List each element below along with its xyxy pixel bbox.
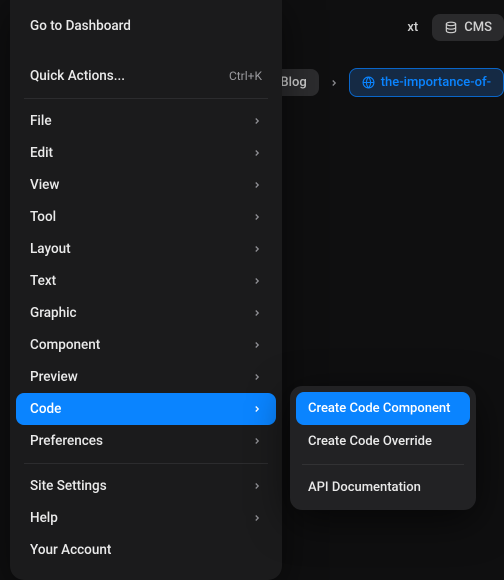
chevron-right-icon <box>252 180 262 190</box>
submenu-api-docs[interactable]: API Documentation <box>296 471 470 504</box>
menu-file[interactable]: File <box>16 105 276 137</box>
code-submenu: Create Code Component Create Code Overri… <box>290 386 476 510</box>
menu-site-settings[interactable]: Site Settings <box>16 470 276 502</box>
breadcrumb-slug-label: the-importance-of- <box>381 75 491 90</box>
menu-tool[interactable]: Tool <box>16 201 276 233</box>
menu-edit-label: Edit <box>30 145 53 161</box>
menu-account-label: Your Account <box>30 542 111 558</box>
chevron-right-icon <box>252 212 262 222</box>
chevron-right-icon <box>252 148 262 158</box>
chevron-right-icon <box>252 372 262 382</box>
menu-graphic-label: Graphic <box>30 305 77 321</box>
text-tool-fragment: xt <box>407 20 418 35</box>
globe-icon <box>362 76 375 89</box>
menu-view-label: View <box>30 177 59 193</box>
menu-account[interactable]: Your Account <box>16 534 276 566</box>
database-icon <box>444 21 458 35</box>
menu-quick-actions-label: Quick Actions... <box>30 68 125 84</box>
menu-preferences[interactable]: Preferences <box>16 425 276 457</box>
menu-code-label: Code <box>30 401 61 417</box>
menu-help-label: Help <box>30 510 58 526</box>
menu-help[interactable]: Help <box>16 502 276 534</box>
menu-quick-actions[interactable]: Quick Actions... Ctrl+K <box>16 60 276 92</box>
menu-site-settings-label: Site Settings <box>30 478 107 494</box>
menu-quick-actions-shortcut: Ctrl+K <box>229 69 262 83</box>
chevron-right-icon <box>252 513 262 523</box>
menu-separator <box>24 463 268 464</box>
menu-file-label: File <box>30 113 52 129</box>
cms-button[interactable]: CMS <box>432 14 504 41</box>
chevron-right-icon <box>329 78 339 88</box>
menu-component[interactable]: Component <box>16 329 276 361</box>
chevron-right-icon <box>252 244 262 254</box>
menu-code[interactable]: Code <box>16 393 276 425</box>
breadcrumb-slug[interactable]: the-importance-of- <box>349 68 504 97</box>
main-menu: Go to Dashboard Quick Actions... Ctrl+K … <box>10 0 282 580</box>
menu-separator <box>24 98 268 99</box>
chevron-right-icon <box>252 308 262 318</box>
menu-tool-label: Tool <box>30 209 56 225</box>
top-toolbar: xt CMS <box>407 14 504 41</box>
menu-preview[interactable]: Preview <box>16 361 276 393</box>
menu-preview-label: Preview <box>30 369 78 385</box>
cms-label: CMS <box>464 20 492 35</box>
menu-layout[interactable]: Layout <box>16 233 276 265</box>
chevron-right-icon <box>252 436 262 446</box>
menu-edit[interactable]: Edit <box>16 137 276 169</box>
chevron-right-icon <box>252 340 262 350</box>
submenu-create-override[interactable]: Create Code Override <box>296 425 470 458</box>
menu-view[interactable]: View <box>16 169 276 201</box>
menu-dashboard[interactable]: Go to Dashboard <box>16 10 276 42</box>
menu-text-label: Text <box>30 273 56 289</box>
chevron-right-icon <box>252 116 262 126</box>
menu-text[interactable]: Text <box>16 265 276 297</box>
chevron-right-icon <box>252 404 262 414</box>
menu-preferences-label: Preferences <box>30 433 103 449</box>
submenu-create-component[interactable]: Create Code Component <box>296 392 470 425</box>
submenu-separator <box>302 464 464 465</box>
menu-layout-label: Layout <box>30 241 71 257</box>
menu-dashboard-label: Go to Dashboard <box>30 18 131 34</box>
chevron-right-icon <box>252 481 262 491</box>
menu-component-label: Component <box>30 337 100 353</box>
menu-graphic[interactable]: Graphic <box>16 297 276 329</box>
breadcrumb: Blog the-importance-of- <box>268 68 504 97</box>
chevron-right-icon <box>252 276 262 286</box>
